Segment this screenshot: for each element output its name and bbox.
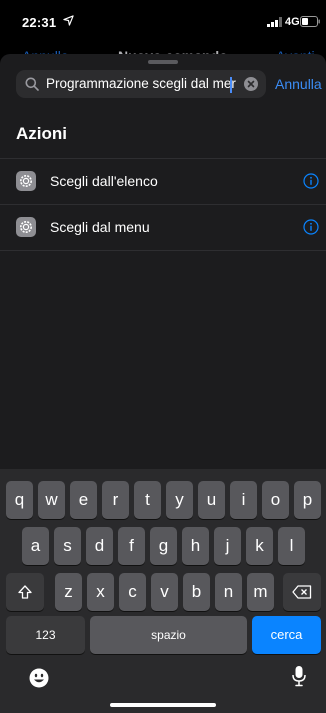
gear-icon — [16, 217, 36, 237]
key-j[interactable]: j — [214, 527, 241, 565]
location-arrow-icon — [63, 15, 74, 26]
key-o[interactable]: o — [262, 481, 289, 519]
key-q[interactable]: q — [6, 481, 33, 519]
text-caret — [230, 77, 232, 93]
status-bar: 22:31 4G — [0, 0, 326, 36]
list-item-label: Scegli dall'elenco — [50, 173, 158, 189]
key-v[interactable]: v — [151, 573, 178, 611]
signal-icon — [267, 17, 282, 27]
key-y[interactable]: y — [166, 481, 193, 519]
screen: 22:31 4G Annulla Nuovo comando Avanti Pr… — [0, 0, 326, 713]
emoji-icon[interactable] — [29, 668, 49, 688]
status-time: 22:31 — [22, 15, 57, 30]
clear-icon[interactable] — [244, 77, 258, 91]
key-f[interactable]: f — [118, 527, 145, 565]
search-field[interactable]: Programmazione scegli dal mer — [16, 70, 266, 98]
key-m[interactable]: m — [247, 573, 274, 611]
list-item-label: Scegli dal menu — [50, 219, 150, 235]
list-item-scegli-dal-menu[interactable]: Scegli dal menu — [0, 204, 326, 251]
key-i[interactable]: i — [230, 481, 257, 519]
numbers-key[interactable]: 123 — [6, 616, 85, 654]
battery-icon — [300, 16, 320, 27]
key-h[interactable]: h — [182, 527, 209, 565]
key-a[interactable]: a — [22, 527, 49, 565]
search-key[interactable]: cerca — [252, 616, 321, 654]
key-k[interactable]: k — [246, 527, 273, 565]
search-input[interactable]: Programmazione scegli dal mer — [46, 70, 246, 98]
key-n[interactable]: n — [215, 573, 242, 611]
key-r[interactable]: r — [102, 481, 129, 519]
key-e[interactable]: e — [70, 481, 97, 519]
search-icon — [25, 77, 39, 91]
key-z[interactable]: z — [55, 573, 82, 611]
info-icon[interactable] — [303, 173, 319, 189]
key-p[interactable]: p — [294, 481, 321, 519]
key-c[interactable]: c — [119, 573, 146, 611]
key-g[interactable]: g — [150, 527, 177, 565]
key-b[interactable]: b — [183, 573, 210, 611]
key-s[interactable]: s — [54, 527, 81, 565]
section-title: Azioni — [16, 124, 67, 143]
gear-icon — [16, 171, 36, 191]
cancel-button[interactable]: Annulla — [275, 76, 322, 92]
shift-key[interactable] — [6, 573, 44, 611]
key-d[interactable]: d — [86, 527, 113, 565]
microphone-icon[interactable] — [292, 665, 306, 687]
key-x[interactable]: x — [87, 573, 114, 611]
key-u[interactable]: u — [198, 481, 225, 519]
key-w[interactable]: w — [38, 481, 65, 519]
delete-key[interactable] — [283, 573, 321, 611]
delete-icon — [292, 585, 312, 599]
actions-list: Scegli dall'elenco Scegli dal menu — [0, 158, 326, 251]
key-t[interactable]: t — [134, 481, 161, 519]
network-label: 4G — [285, 16, 300, 28]
info-icon[interactable] — [303, 219, 319, 235]
space-key[interactable]: spazio — [90, 616, 247, 654]
sheet-grabber[interactable] — [148, 60, 178, 64]
keyboard: q w e r t y u i o p a s d f g h j k l z … — [0, 469, 326, 713]
shift-icon — [18, 585, 32, 599]
home-indicator — [110, 703, 216, 707]
list-item-scegli-dall-elenco[interactable]: Scegli dall'elenco — [0, 158, 326, 204]
key-l[interactable]: l — [278, 527, 305, 565]
